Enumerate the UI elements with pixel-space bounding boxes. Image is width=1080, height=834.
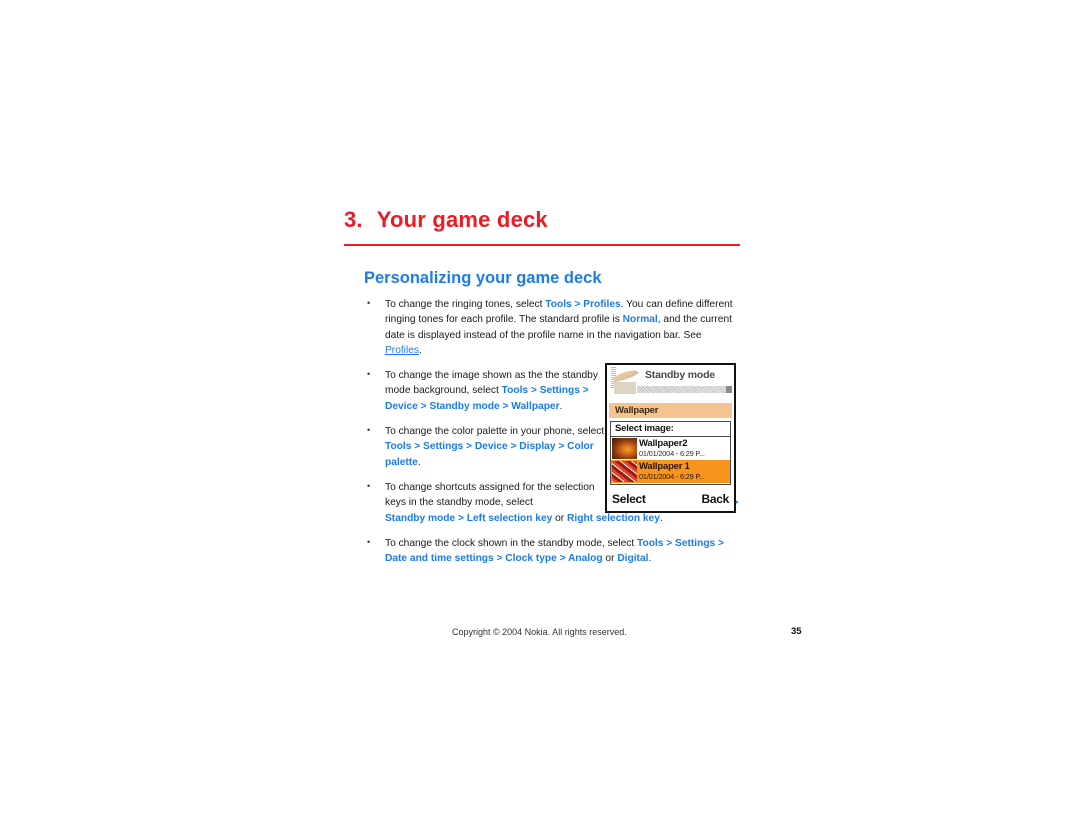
b4-seg3: . [659,512,663,524]
phone-scrollbar[interactable] [637,386,732,393]
chapter-title-text: Your game deck [376,207,548,232]
section-title: Personalizing your game deck [364,269,602,287]
b4-seg1: To change shortcuts assigned for the sel… [385,481,595,509]
b5-path2: Digital [617,553,649,565]
b4-path2: Right selection key [567,512,660,524]
list-item[interactable]: Wallpaper 1 01/01/2004 - 6:29 P... [611,460,730,483]
manual-page: 3. Your game deck Personalizing your game… [0,0,1080,834]
phone-screen: Standby mode Wallpaper Select image: Wal… [607,365,734,511]
b2-seg2: . [559,400,563,412]
phone-screenshot-figure: Standby mode Wallpaper Select image: Wal… [605,363,736,513]
list-item: To change the image shown as the the sta… [364,367,608,414]
phone-item-date: 01/01/2004 - 6:29 P... [639,449,705,458]
phone-item-name: Wallpaper 1 [639,461,690,472]
b3-path1: Tools > Settings > Device > Display > Co… [385,441,594,468]
bullet-5-text: To change the clock shown in the standby… [385,536,740,567]
page-number: 35 [791,626,802,637]
chapter-title-line: 3. Your game deck [344,206,740,234]
phone-image-list-panel: Select image: Wallpaper2 01/01/2004 - 6:… [610,421,731,485]
footer-copyright: Copyright © 2004 Nokia. All rights reser… [452,627,627,637]
b5-seg2: or [602,553,618,565]
list-item: To change the color palette in your phon… [364,423,608,470]
chapter-divider-rule [344,244,740,246]
chapter-number: 3. [344,207,363,232]
b1-path1: Tools > Profiles [545,299,621,310]
phone-item-date: 01/01/2004 - 6:29 P... [639,472,705,481]
b1-seg4: . [418,344,422,356]
list-item: To change the ringing tones, select Tool… [364,296,740,358]
list-item: To change the clock shown in the standby… [364,535,740,567]
b3-seg2: . [417,456,421,468]
b1-path2: Normal [622,314,658,326]
phone-list-header: Select image: [611,422,730,437]
chapter-heading: 3. Your game deck [344,206,740,234]
b5-seg3: . [648,553,652,565]
wallpaper-thumbnail-icon [612,438,637,459]
b4-seg2: or [552,512,568,524]
phone-title-text: Standby mode [645,369,715,381]
softkey-back-button[interactable]: Back [702,492,730,506]
b3-seg1: To change the color palette in your phon… [385,426,605,438]
phone-item-name: Wallpaper2 [639,438,688,449]
bullet-3-text: To change the color palette in your phon… [385,424,608,470]
softkey-select-button[interactable]: Select [612,492,646,506]
phone-tab-wallpaper[interactable]: Wallpaper [609,403,732,418]
b1-seg1: To change the ringing tones, select [385,299,546,310]
phone-titlebar: Standby mode [607,365,734,395]
phone-softkey-bar: Select Back [607,489,734,509]
wallpaper-thumbnail-icon [612,461,637,482]
bullet-1-text: To change the ringing tones, select Tool… [385,297,740,358]
list-item[interactable]: Wallpaper2 01/01/2004 - 6:29 P... [611,437,730,460]
b1-cross-reference-link[interactable]: Profiles [385,345,419,356]
b5-seg1: To change the clock shown in the standby… [385,537,638,549]
bullet-2-text: To change the image shown as the the sta… [385,368,608,414]
